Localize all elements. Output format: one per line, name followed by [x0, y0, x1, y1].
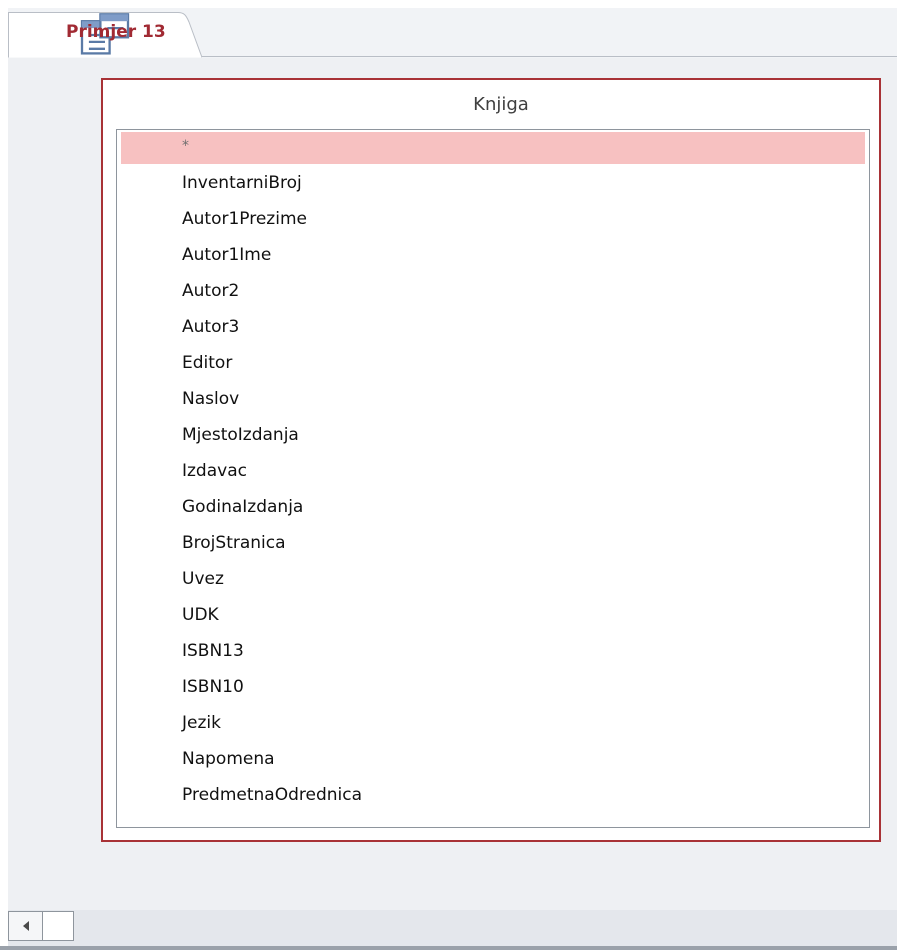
document-tab-primjer-13[interactable]: Primjer 13: [8, 12, 202, 58]
field-item-label: ISBN13: [182, 641, 244, 661]
field-item-label: Naslov: [182, 389, 240, 409]
field-item-all-selected[interactable]: *: [121, 132, 865, 164]
field-item-isbn10[interactable]: ISBN10: [117, 670, 869, 705]
field-item-label: ISBN10: [182, 677, 244, 697]
field-item-jezik[interactable]: Jezik: [117, 706, 869, 741]
field-item-brojstranica[interactable]: BrojStranica: [117, 526, 869, 561]
scroll-left-button[interactable]: [9, 912, 43, 940]
document-tab-bar: Primjer 13: [8, 8, 897, 58]
field-item-label: Uvez: [182, 569, 224, 589]
field-item-label: Autor1Prezime: [182, 209, 307, 229]
field-item-isbn13[interactable]: ISBN13: [117, 634, 869, 669]
bottom-scroll-strip: [8, 910, 897, 946]
field-item-editor[interactable]: Editor: [117, 346, 869, 381]
field-item-label: Autor3: [182, 317, 240, 337]
field-item-autor1prezime[interactable]: Autor1Prezime: [117, 202, 869, 237]
field-item-udk[interactable]: UDK: [117, 598, 869, 633]
window-frame-left: [0, 0, 8, 950]
field-item-autor3[interactable]: Autor3: [117, 310, 869, 345]
field-item-label: Napomena: [182, 749, 275, 769]
field-item-label: MjestoIzdanja: [182, 425, 299, 445]
field-list-title[interactable]: Knjiga: [103, 94, 879, 115]
field-item-label: Editor: [182, 353, 233, 373]
field-item-napomena[interactable]: Napomena: [117, 742, 869, 777]
scroll-thumb[interactable]: [43, 912, 73, 940]
field-item-izdavac[interactable]: Izdavac: [117, 454, 869, 489]
field-item-uvez[interactable]: Uvez: [117, 562, 869, 597]
horizontal-scrollbar[interactable]: [8, 911, 74, 941]
tab-bar-divider: [201, 56, 897, 57]
field-item-label: GodinaIzdanja: [182, 497, 304, 517]
field-item-label: BrojStranica: [182, 533, 286, 553]
field-item-label: *: [182, 138, 189, 154]
field-item-label: InventarniBroj: [182, 173, 302, 193]
arrow-left-icon: [23, 921, 29, 931]
field-item-predmetnaodrednica[interactable]: PredmetnaOdrednica: [117, 778, 869, 813]
field-item-autor1ime[interactable]: Autor1Ime: [117, 238, 869, 273]
field-list-window-knjiga[interactable]: Knjiga * InventarniBroj Autor1Prezime Au…: [101, 78, 881, 842]
field-item-label: PredmetnaOdrednica: [182, 785, 362, 805]
field-item-label: Izdavac: [182, 461, 247, 481]
field-item-label: Autor1Ime: [182, 245, 272, 265]
field-item-mjestoizdanja[interactable]: MjestoIzdanja: [117, 418, 869, 453]
field-item-inventarnibroj[interactable]: InventarniBroj: [117, 166, 869, 201]
document-tab-title: Primjer 13: [66, 22, 166, 42]
field-item-godinaizdanja[interactable]: GodinaIzdanja: [117, 490, 869, 525]
field-item-label: UDK: [182, 605, 219, 625]
window-bottom-edge: [0, 946, 897, 950]
field-item-label: Jezik: [182, 713, 221, 733]
field-item-naslov[interactable]: Naslov: [117, 382, 869, 417]
field-item-autor2[interactable]: Autor2: [117, 274, 869, 309]
field-list-box: * InventarniBroj Autor1Prezime Autor1Ime…: [116, 129, 870, 828]
field-item-label: Autor2: [182, 281, 240, 301]
